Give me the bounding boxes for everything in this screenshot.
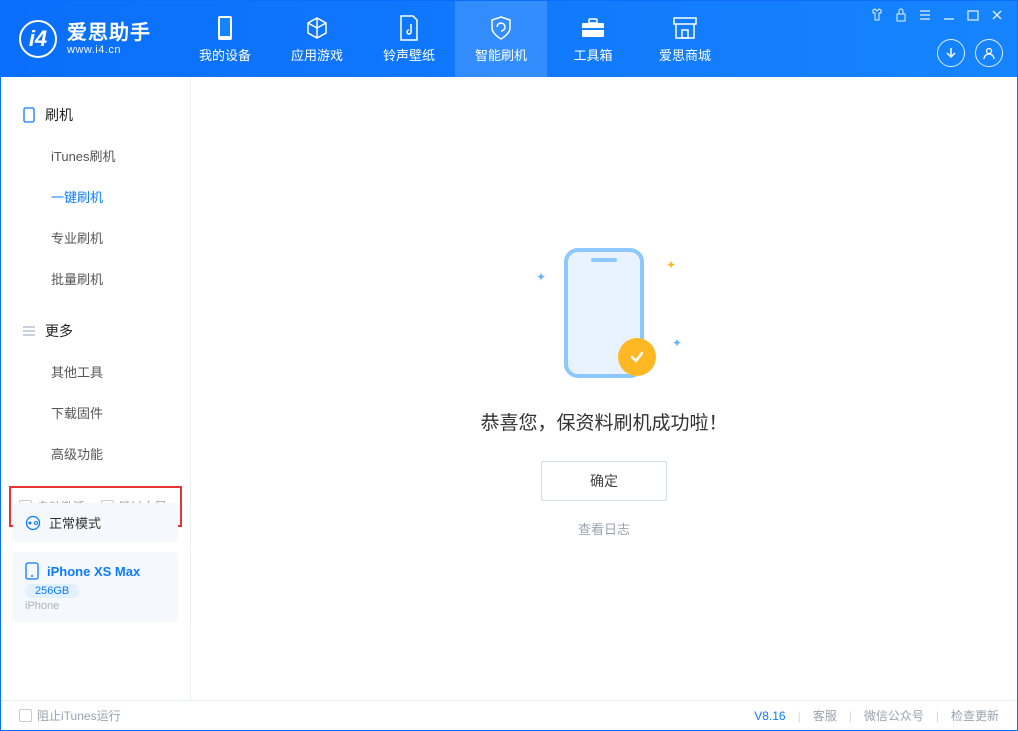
sidebar-item-download-firmware[interactable]: 下载固件 [1,392,190,433]
body: 刷机 iTunes刷机 一键刷机 专业刷机 批量刷机 更多 其他工具 下载固件 … [1,77,1017,700]
cube-icon [304,15,330,41]
tab-label: 铃声壁纸 [383,45,435,64]
store-icon [672,15,698,41]
sidebar-item-other-tools[interactable]: 其他工具 [1,351,190,392]
tab-ringtone[interactable]: 铃声壁纸 [363,1,455,77]
sparkle-icon: ✦ [666,258,676,272]
minimize-icon[interactable] [941,7,957,23]
tab-label: 工具箱 [573,45,612,64]
support-link[interactable]: 客服 [813,707,837,724]
check-badge-icon [618,338,656,376]
device-icon [21,107,37,123]
tab-label: 我的设备 [199,45,251,64]
app-title: 爱思助手 [67,22,151,44]
view-log-link[interactable]: 查看日志 [578,519,630,538]
version-label: V8.16 [754,709,785,723]
header-actions [937,39,1003,67]
sidebar-item-batch-flash[interactable]: 批量刷机 [1,258,190,299]
logo: i4 爱思助手 www.i4.cn [1,20,169,58]
success-illustration: ✦ ✦ ✦ [524,240,684,390]
phone-icon [25,562,39,580]
sync-icon [25,515,41,531]
wechat-link[interactable]: 微信公众号 [864,707,924,724]
app-header: i4 爱思助手 www.i4.cn 我的设备 应用游戏 铃声壁纸 智能刷机 工具… [1,1,1017,77]
list-icon [21,323,37,339]
tab-flash[interactable]: 智能刷机 [455,1,547,77]
device-mode-box[interactable]: 正常模式 [13,503,178,542]
tab-apps[interactable]: 应用游戏 [271,1,363,77]
lock-icon[interactable] [893,7,909,23]
section-label: 更多 [45,321,73,341]
sidebar-section-more: 更多 [1,311,190,351]
download-button[interactable] [937,39,965,67]
sidebar-item-pro-flash[interactable]: 专业刷机 [1,217,190,258]
device-name: iPhone XS Max [47,564,140,579]
sidebar-item-advanced[interactable]: 高级功能 [1,433,190,474]
toolbox-icon [580,15,606,41]
user-button[interactable] [975,39,1003,67]
checkbox-stop-itunes[interactable]: 阻止iTunes运行 [19,707,121,724]
close-icon[interactable] [989,7,1005,23]
tab-label: 智能刷机 [475,45,527,64]
device-capacity: 256GB [25,584,79,598]
success-message: 恭喜您，保资料刷机成功啦！ [480,408,727,435]
sparkle-icon: ✦ [672,336,682,350]
sidebar-item-itunes-flash[interactable]: iTunes刷机 [1,135,190,176]
section-label: 刷机 [45,105,73,125]
tab-my-device[interactable]: 我的设备 [179,1,271,77]
device-info-box[interactable]: iPhone XS Max 256GB iPhone [13,552,178,622]
main-content: ✦ ✦ ✦ 恭喜您，保资料刷机成功啦！ 确定 查看日志 [191,77,1017,700]
shield-refresh-icon [488,15,514,41]
music-file-icon [396,15,422,41]
nav-tabs: 我的设备 应用游戏 铃声壁纸 智能刷机 工具箱 爱思商城 [179,1,731,77]
sparkle-icon: ✦ [536,270,546,284]
footer-right: V8.16 | 客服 | 微信公众号 | 检查更新 [754,707,999,724]
mode-label: 正常模式 [49,513,101,532]
footer-left: 阻止iTunes运行 [19,707,121,724]
maximize-icon[interactable] [965,7,981,23]
menu-icon[interactable] [917,7,933,23]
option-label: 阻止iTunes运行 [37,707,121,724]
logo-icon: i4 [19,20,57,58]
ok-button[interactable]: 确定 [541,461,667,501]
shirt-icon[interactable] [869,7,885,23]
app-subtitle: www.i4.cn [67,44,151,56]
footer: 阻止iTunes运行 V8.16 | 客服 | 微信公众号 | 检查更新 [1,700,1017,730]
sidebar-section-flash: 刷机 [1,95,190,135]
tab-store[interactable]: 爱思商城 [639,1,731,77]
phone-icon [212,15,238,41]
sidebar-item-oneclick-flash[interactable]: 一键刷机 [1,176,190,217]
device-type: iPhone [25,600,166,612]
tab-label: 爱思商城 [659,45,711,64]
sidebar: 刷机 iTunes刷机 一键刷机 专业刷机 批量刷机 更多 其他工具 下载固件 … [1,77,191,700]
tab-label: 应用游戏 [291,45,343,64]
tab-toolbox[interactable]: 工具箱 [547,1,639,77]
check-update-link[interactable]: 检查更新 [951,707,999,724]
window-controls [869,7,1005,23]
